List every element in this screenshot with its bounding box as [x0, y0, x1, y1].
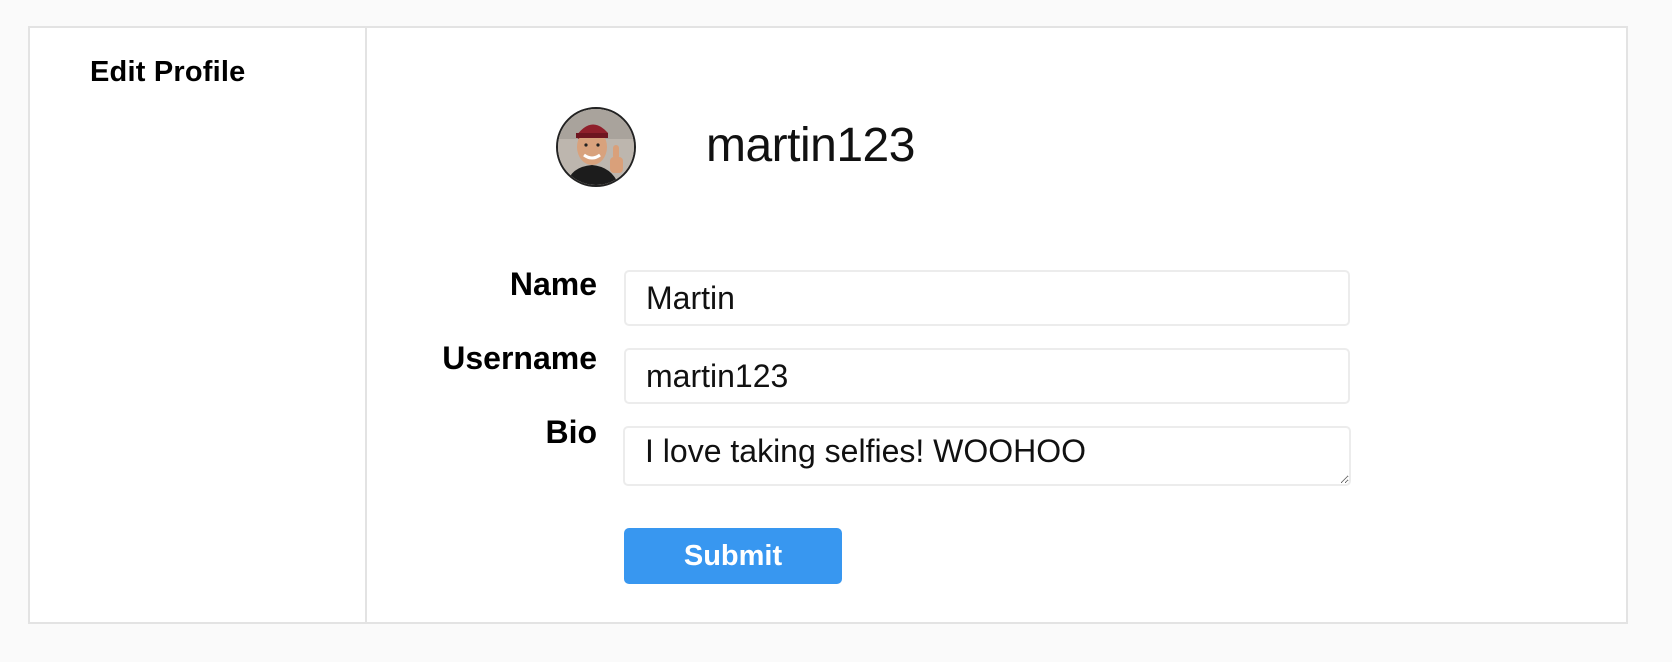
bio-label: Bio: [545, 414, 597, 450]
name-label: Name: [509, 266, 597, 302]
sidebar: Edit Profile: [30, 28, 367, 622]
sidebar-item-edit-profile[interactable]: Edit Profile: [90, 56, 245, 89]
edit-profile-card: Edit Profile martin123 Name Username Bio: [28, 26, 1628, 624]
username-label: Username: [442, 340, 597, 376]
submit-button[interactable]: Submit: [624, 528, 842, 584]
avatar: [556, 107, 636, 187]
avatar-photo-icon: [558, 109, 634, 185]
bio-textarea[interactable]: I love taking selfies! WOOHOO: [623, 426, 1351, 486]
name-input[interactable]: [624, 270, 1350, 326]
profile-username: martin123: [706, 119, 915, 172]
main-panel: martin123 Name Username Bio I love takin…: [369, 28, 1626, 622]
username-input[interactable]: [624, 348, 1350, 404]
